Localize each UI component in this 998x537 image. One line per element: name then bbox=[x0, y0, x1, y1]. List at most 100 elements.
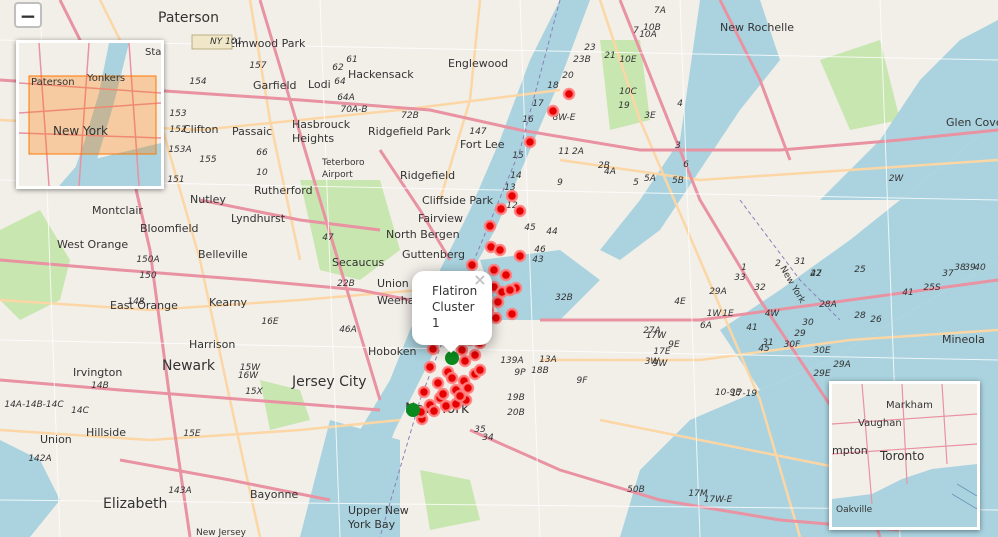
red-cluster-marker[interactable] bbox=[468, 348, 482, 362]
zoom-out-button[interactable]: − bbox=[14, 2, 42, 28]
route-shield-label: 148 bbox=[127, 297, 144, 307]
route-shield: 13A bbox=[539, 355, 557, 365]
red-cluster-marker[interactable] bbox=[493, 243, 507, 257]
route-shield: 26 bbox=[870, 315, 882, 325]
minimap-toronto[interactable]: Markham Vaughan Toronto mpton Oakville bbox=[829, 381, 980, 530]
red-cluster-marker[interactable] bbox=[523, 135, 537, 149]
route-shield: 29A bbox=[709, 287, 727, 297]
route-shield-label: 18B bbox=[531, 366, 549, 376]
place-label-weehawken: Weeha bbox=[377, 294, 414, 307]
route-shield-label: 153A bbox=[168, 145, 191, 155]
red-cluster-marker[interactable] bbox=[513, 204, 527, 218]
route-shield-label: 19 bbox=[618, 101, 630, 111]
route-shield: 11 bbox=[558, 147, 569, 157]
route-shield-label: 157 bbox=[249, 61, 266, 71]
route-shield: 10E bbox=[619, 55, 636, 65]
place-label-nutley: Nutley bbox=[190, 193, 226, 206]
red-cluster-marker[interactable] bbox=[465, 258, 479, 272]
route-shield-label: 70A-B bbox=[340, 105, 367, 115]
place-label-irvington: Irvington bbox=[73, 366, 122, 379]
route-shield: 19 bbox=[618, 101, 630, 111]
red-cluster-marker[interactable] bbox=[483, 219, 497, 233]
red-cluster-marker[interactable] bbox=[453, 389, 467, 403]
route-shield-label: 3E bbox=[644, 111, 656, 121]
route-shield-label: 14A-14B-14C bbox=[4, 400, 64, 410]
red-cluster-marker[interactable] bbox=[505, 307, 519, 321]
green-cluster-marker[interactable] bbox=[445, 351, 459, 365]
route-shield: 33 bbox=[734, 273, 746, 283]
red-cluster-marker[interactable] bbox=[445, 371, 459, 385]
route-shield-label: 4W bbox=[765, 309, 781, 319]
red-cluster-marker[interactable] bbox=[473, 363, 487, 377]
red-cluster-marker[interactable] bbox=[427, 404, 441, 418]
red-cluster-marker[interactable] bbox=[426, 342, 440, 356]
route-shield: 14C bbox=[71, 406, 89, 416]
red-cluster-marker[interactable] bbox=[505, 189, 519, 203]
route-shield: 30F bbox=[784, 340, 801, 350]
route-shield: 64A bbox=[337, 93, 355, 103]
route-shield: 2A bbox=[572, 147, 584, 157]
route-shield: 2 bbox=[775, 259, 781, 269]
red-cluster-marker[interactable] bbox=[436, 387, 450, 401]
red-cluster-marker[interactable] bbox=[423, 360, 437, 374]
red-cluster-marker[interactable] bbox=[491, 295, 505, 309]
route-shield-label: 2W bbox=[889, 174, 905, 184]
route-shield-label: 30E bbox=[813, 346, 830, 356]
red-cluster-marker[interactable] bbox=[499, 268, 513, 282]
route-shield-label: 9E bbox=[668, 340, 680, 350]
place-label-union-nj: Union bbox=[40, 433, 72, 446]
route-shield-label: 9F bbox=[577, 376, 589, 386]
red-cluster-marker[interactable] bbox=[489, 311, 503, 325]
place-label-fairview: Fairview bbox=[418, 212, 463, 225]
route-shield-label: 15W bbox=[240, 363, 261, 373]
route-shield-label: 25 bbox=[854, 265, 866, 275]
route-shield-label: 147 bbox=[469, 127, 486, 137]
minimap-nyc[interactable]: Paterson Yonkers New York Sta bbox=[16, 40, 164, 189]
route-shield-label: 31 bbox=[794, 257, 805, 267]
red-cluster-marker[interactable] bbox=[562, 87, 576, 101]
minimap-label-new-york: New York bbox=[53, 124, 108, 138]
route-shield-label: 29A bbox=[833, 360, 851, 370]
route-shield: 147 bbox=[469, 127, 486, 137]
red-cluster-marker[interactable] bbox=[439, 399, 453, 413]
red-cluster-marker[interactable] bbox=[546, 104, 560, 118]
route-shield: 148 bbox=[127, 297, 144, 307]
place-label-hasbrouck-heights: Heights bbox=[292, 132, 334, 145]
red-cluster-marker[interactable] bbox=[513, 249, 527, 263]
route-shield-label: 5A bbox=[644, 174, 656, 184]
route-shield: 72B bbox=[401, 111, 419, 121]
route-shield: 20 bbox=[562, 71, 574, 81]
route-shield: 139A bbox=[500, 356, 523, 366]
red-cluster-marker[interactable] bbox=[431, 376, 445, 390]
red-cluster-marker[interactable] bbox=[458, 354, 472, 368]
route-shield-label: 16E bbox=[261, 317, 278, 327]
route-shield: 1 bbox=[741, 263, 747, 273]
route-shield: 28 bbox=[854, 311, 866, 321]
place-label-garfield: Garfield bbox=[253, 79, 297, 92]
route-shield-label: 40 bbox=[974, 263, 986, 273]
route-shield: 10B bbox=[643, 23, 661, 33]
route-shield: 10C bbox=[619, 87, 637, 97]
route-shield: 17-19 bbox=[731, 389, 757, 399]
place-label-new-jersey: New Jersey bbox=[196, 528, 247, 537]
place-label-upper-ny-bay: Upper New bbox=[348, 504, 409, 517]
route-shield-label: 20B bbox=[507, 408, 525, 418]
red-cluster-marker[interactable] bbox=[503, 283, 517, 297]
green-cluster-marker[interactable] bbox=[406, 403, 420, 417]
route-shield-label: 15X bbox=[245, 387, 263, 397]
route-shield-label: 46 bbox=[534, 245, 546, 255]
popup-close-button[interactable]: × bbox=[472, 272, 488, 288]
route-shield-label: 1E bbox=[722, 309, 734, 319]
route-shield: 20B bbox=[507, 408, 525, 418]
route-shield-label: 50B bbox=[627, 485, 645, 495]
route-shield-label: 64A bbox=[337, 93, 355, 103]
red-cluster-marker[interactable] bbox=[487, 263, 501, 277]
red-cluster-marker[interactable] bbox=[494, 202, 508, 216]
route-shield: 5A bbox=[644, 174, 656, 184]
route-shield: 14A-14B-14C bbox=[4, 400, 64, 410]
red-cluster-marker[interactable] bbox=[461, 381, 475, 395]
route-shield-label: 20 bbox=[562, 71, 574, 81]
red-cluster-marker[interactable] bbox=[417, 385, 431, 399]
place-label-montclair: Montclair bbox=[92, 204, 143, 217]
route-shield-label: 2 bbox=[775, 259, 781, 269]
